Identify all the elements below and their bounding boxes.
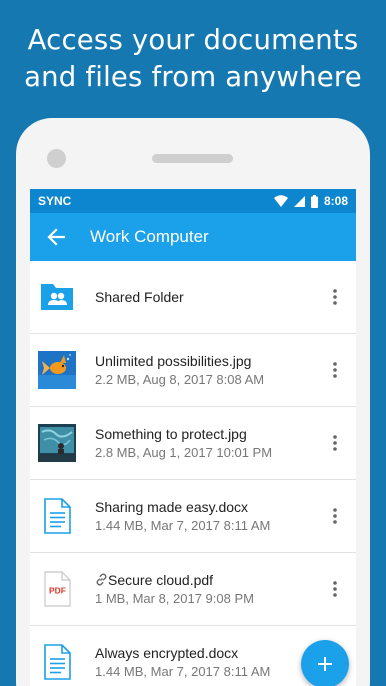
list-item-file[interactable]: Unlimited possibilities.jpg 2.2 MB, Aug … xyxy=(30,334,356,407)
more-vert-icon xyxy=(333,435,337,451)
speaker xyxy=(152,154,233,163)
plus-icon xyxy=(318,657,332,671)
back-button[interactable] xyxy=(38,219,74,255)
more-vert-icon xyxy=(333,581,337,597)
list-item-file[interactable]: PDF Secure cloud.pdf 1 MB, Mar 8, 2017 9… xyxy=(30,553,356,626)
file-meta: 2.2 MB, Aug 8, 2017 8:08 AM xyxy=(95,371,265,387)
wifi-icon xyxy=(273,195,288,207)
more-options-button[interactable] xyxy=(320,496,350,536)
pdf-label: PDF xyxy=(49,586,66,596)
file-name: Shared Folder xyxy=(95,289,184,305)
file-name-row: Secure cloud.pdf xyxy=(95,571,320,589)
pdf-icon: PDF xyxy=(38,570,76,608)
more-options-button[interactable] xyxy=(320,569,350,609)
status-bar: SYNC 8:08 xyxy=(30,189,356,213)
list-item-text: Sharing made easy.docx 1.44 MB, Mar 7, 2… xyxy=(95,498,320,535)
page-title: Work Computer xyxy=(90,227,209,246)
more-options-button[interactable] xyxy=(320,423,350,463)
headline: Access your documents and files from any… xyxy=(0,22,386,96)
back-arrow-icon xyxy=(47,228,65,246)
file-name: Secure cloud.pdf xyxy=(108,571,214,588)
app-bar: Work Computer xyxy=(30,213,356,261)
status-time: 8:08 xyxy=(323,194,348,208)
list-item-text: Shared Folder xyxy=(95,288,320,306)
shared-folder-icon xyxy=(38,278,76,316)
list-item-file[interactable]: Something to protect.jpg 2.8 MB, Aug 1, … xyxy=(30,407,356,480)
aquarium-thumbnail xyxy=(38,424,76,462)
list-item-text: Unlimited possibilities.jpg 2.2 MB, Aug … xyxy=(95,352,320,389)
headline-line-2: and files from anywhere xyxy=(24,61,362,93)
phone-screen: SYNC 8:08 Work Computer Shared Folder Un… xyxy=(30,189,356,686)
file-list: Shared Folder Unlimited possibilities.jp… xyxy=(30,261,356,686)
cell-signal-icon xyxy=(293,195,305,207)
link-icon xyxy=(96,572,107,586)
battery-icon xyxy=(310,194,318,208)
file-name: Sharing made easy.docx xyxy=(95,498,249,515)
document-icon xyxy=(38,643,76,681)
list-item-file[interactable]: Sharing made easy.docx 1.44 MB, Mar 7, 2… xyxy=(30,480,356,553)
document-icon xyxy=(38,497,76,535)
file-meta: 1 MB, Mar 8, 2017 9:08 PM xyxy=(95,590,254,606)
list-item-text: Something to protect.jpg 2.8 MB, Aug 1, … xyxy=(95,425,320,462)
more-options-button[interactable] xyxy=(320,350,350,390)
more-vert-icon xyxy=(333,508,337,524)
more-options-button[interactable] xyxy=(320,277,350,317)
more-vert-icon xyxy=(333,289,337,305)
more-vert-icon xyxy=(333,362,337,378)
goldfish-thumbnail xyxy=(38,351,76,389)
file-meta: 2.8 MB, Aug 1, 2017 10:01 PM xyxy=(95,444,273,460)
list-item-text: Secure cloud.pdf 1 MB, Mar 8, 2017 9:08 … xyxy=(95,571,320,608)
headline-line-1: Access your documents xyxy=(27,24,359,56)
status-sync-label: SYNC xyxy=(38,194,72,208)
status-icons: 8:08 xyxy=(273,194,348,208)
add-button[interactable] xyxy=(301,640,349,686)
file-name: Something to protect.jpg xyxy=(95,425,247,442)
file-meta: 1.44 MB, Mar 7, 2017 8:11 AM xyxy=(95,517,271,533)
file-name: Unlimited possibilities.jpg xyxy=(95,352,252,369)
camera xyxy=(47,149,66,168)
list-item-shared-folder[interactable]: Shared Folder xyxy=(30,261,356,334)
